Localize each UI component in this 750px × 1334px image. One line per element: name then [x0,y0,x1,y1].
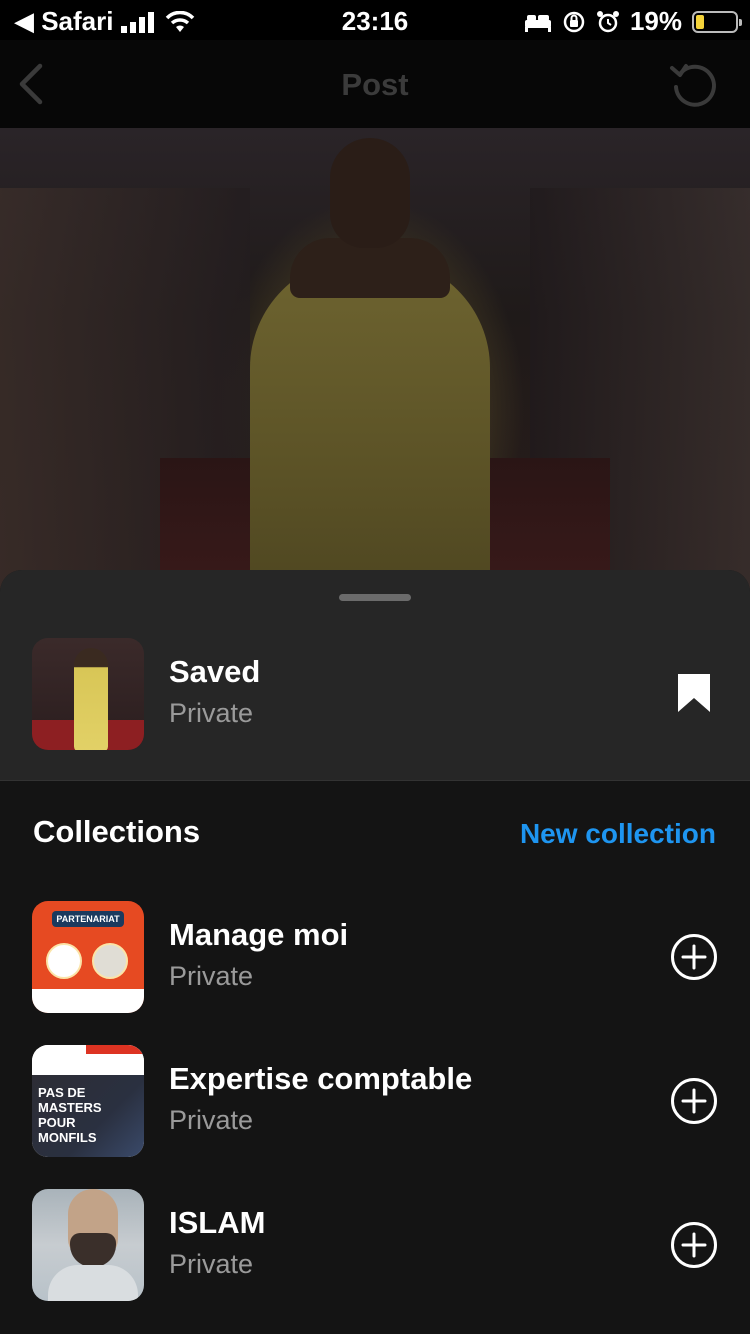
collection-row[interactable]: ISLAM Private [0,1189,750,1301]
status-bar-right: 19% [524,6,742,37]
page-title: Post [341,67,409,102]
collections-header: Collections [33,814,201,849]
saved-thumbnail [32,638,144,750]
nav-bar: Post [0,40,750,128]
collection-title: Expertise comptable [169,1061,473,1096]
bookmark-filled-icon[interactable] [676,672,712,714]
battery-percent: 19% [629,6,682,36]
collection-row[interactable]: PARTENARIAT Manage moi Private [0,901,750,1013]
collection-privacy: Private [169,1249,254,1279]
add-to-collection-icon[interactable] [670,933,718,981]
saved-title: Saved [169,654,261,689]
sheet-drag-handle[interactable] [339,594,411,601]
saved-privacy: Private [169,698,254,728]
rotation-lock-icon [563,11,585,32]
alarm-icon [596,10,619,32]
add-to-collection-icon[interactable] [670,1077,718,1125]
new-collection-button[interactable]: New collection [520,818,716,850]
collection-thumbnail: PARTENARIAT [32,901,144,1013]
collection-title: ISLAM [169,1205,266,1240]
collection-thumbnail: PAS DE MASTERS POUR MONFILS [32,1045,144,1157]
saved-row[interactable]: Saved Private [0,638,750,750]
collection-thumbnail [32,1189,144,1301]
save-sheet: Saved Private Collections New collection… [0,570,750,1334]
collection-privacy: Private [169,961,254,991]
collection-row[interactable]: PAS DE MASTERS POUR MONFILS Expertise co… [0,1045,750,1157]
battery-icon [692,10,742,33]
thumbnail-text: PARTENARIAT [52,911,124,927]
post-image [0,128,750,598]
thumbnail-text: PAS DE MASTERS POUR MONFILS [38,1085,102,1145]
add-to-collection-icon[interactable] [670,1221,718,1269]
status-bar: ◀ Safari 23:16 19% [0,0,750,40]
refresh-icon[interactable] [668,58,720,110]
bed-icon [524,14,551,32]
divider [0,780,750,781]
collection-privacy: Private [169,1105,254,1135]
collection-title: Manage moi [169,917,349,952]
